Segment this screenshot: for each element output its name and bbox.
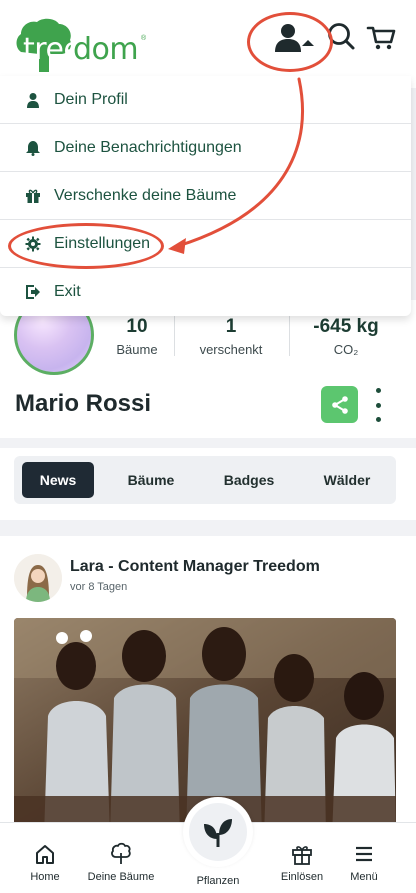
nav-home[interactable]: Home [5,843,85,883]
menu-item-notifications[interactable]: Deine Benachrichtigungen [0,124,411,172]
tree-icon [81,842,161,865]
menu-item-label: Exit [54,283,81,300]
plant-button-inner [189,803,247,861]
cart-icon[interactable] [366,22,402,58]
annotation-circle-profile [247,12,333,72]
nav-menu-label: Menü [350,871,378,883]
nav-trees[interactable]: Deine Bäume [81,842,161,883]
logo-text-dom: dom [73,32,139,67]
bottom-navigation: Home Deine Bäume Pflanzen Einlösen Menü [0,797,416,893]
bell-icon [24,139,42,157]
profile-section: 10 Bäume 1 verschenkt -645 kg CO₂ Mario … [0,295,416,438]
tab-news[interactable]: News [22,462,94,498]
gift-icon [24,187,42,205]
tab-baeume[interactable]: Bäume [108,462,194,498]
exit-icon [24,283,42,301]
stat-co2-value: -645 kg [313,316,379,337]
stat-trees-value: 10 [126,316,148,337]
stat-gifted: 1 verschenkt [184,316,278,357]
menu-item-label: Dein Profil [54,90,128,108]
tab-badges[interactable]: Badges [206,462,292,498]
tab-waelder[interactable]: Wälder [304,462,390,498]
sprout-icon [204,819,232,847]
stat-trees: 10 Bäume [106,316,168,357]
nav-trees-label: Deine Bäume [87,871,155,883]
treedom-logo[interactable]: tree dom ® [13,18,148,72]
home-icon [5,843,85,865]
plant-button[interactable] [183,797,253,867]
profile-name: Mario Rossi [15,390,152,417]
stat-divider [174,314,175,356]
stat-gifted-label: verschenkt [199,342,263,357]
stat-co2: -645 kg CO₂ [296,316,396,357]
share-icon [331,395,348,414]
author-avatar[interactable] [14,554,62,602]
tab-bar: News Bäume Badges Wälder [14,456,396,504]
stat-divider [289,314,290,356]
stat-co2-label: CO₂ [333,342,359,357]
menu-item-gift-trees[interactable]: Verschenke deine Bäume [0,172,411,220]
post-timestamp: vor 8 Tagen [70,581,128,593]
stat-gifted-value: 1 [225,316,237,337]
hamburger-icon [324,843,404,865]
nav-menu[interactable]: Menü [324,843,404,883]
app-header: tree dom ® [0,0,416,88]
menu-item-label: Verschenke deine Bäume [54,186,237,204]
tabs-section: News Bäume Badges Wälder [0,448,416,520]
menu-item-label: Deine Benachrichtigungen [54,138,242,156]
menu-item-exit[interactable]: Exit [0,268,411,316]
stat-trees-label: Bäume [116,342,158,357]
logo-registered-mark: ® [141,35,147,42]
profile-dropdown-menu: Dein Profil Deine Benachrichtigungen Ver… [0,76,411,316]
post-author[interactable]: Lara - Content Manager Treedom [70,558,320,576]
menu-item-profile[interactable]: Dein Profil [0,76,411,124]
annotation-circle-settings [8,223,164,269]
nav-home-label: Home [30,871,60,883]
share-button[interactable] [321,386,358,423]
person-icon [24,91,42,109]
nav-plant-label: Pflanzen [196,875,240,887]
more-options-icon[interactable] [370,388,386,422]
news-post: Lara - Content Manager Treedom vor 8 Tag… [0,536,416,836]
